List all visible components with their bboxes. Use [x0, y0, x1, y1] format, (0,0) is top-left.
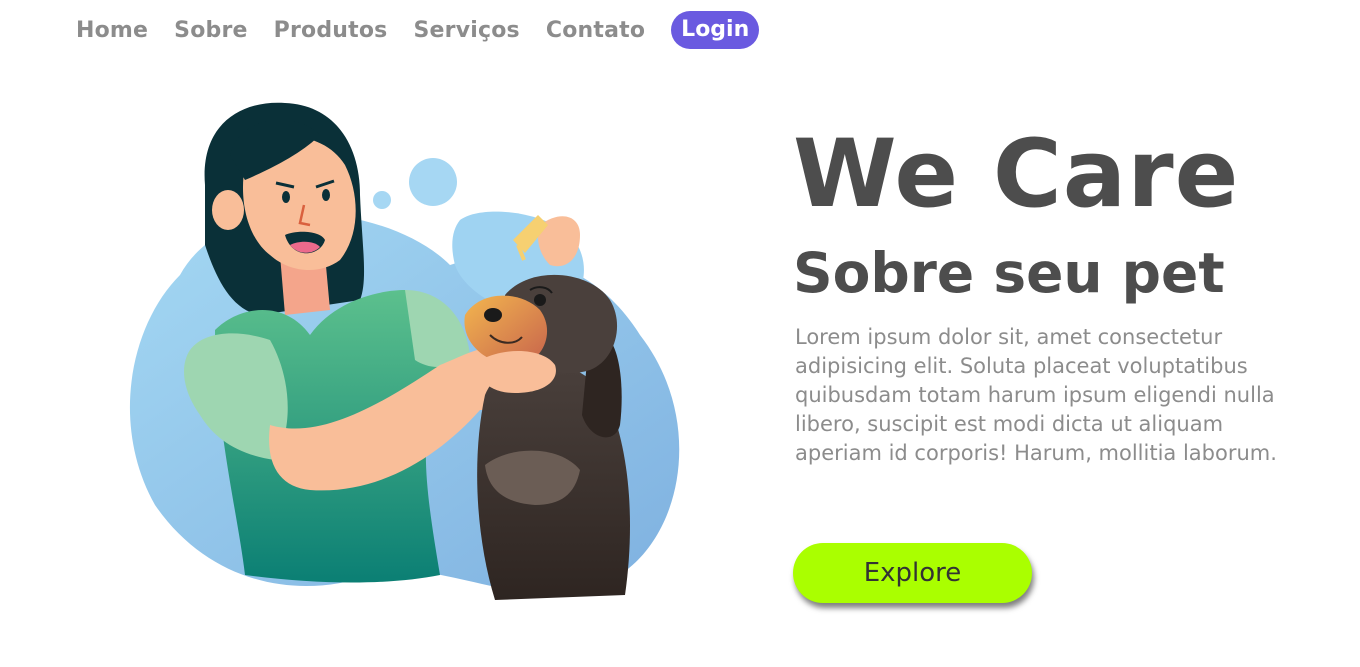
nav-contato-link[interactable]: Contato	[546, 18, 645, 43]
dog-figure	[464, 274, 630, 600]
main-nav: Home Sobre Produtos Serviços Contato Log…	[76, 10, 760, 50]
nav-servicos-link[interactable]: Serviços	[413, 18, 519, 43]
bubble-large	[409, 158, 457, 206]
bubble-small	[373, 191, 391, 209]
nav-home-link[interactable]: Home	[76, 18, 148, 43]
hero-title: We Care	[793, 120, 1240, 229]
vet-and-dog-illustration	[129, 102, 680, 600]
landing-page: Home Sobre Produtos Serviços Contato Log…	[0, 0, 1360, 667]
hero-section: We Care Sobre seu pet Lorem ipsum dolor …	[793, 125, 1293, 468]
nav-sobre-link[interactable]: Sobre	[174, 18, 247, 43]
explore-button[interactable]: Explore	[793, 543, 1032, 603]
login-button[interactable]: Login	[671, 11, 760, 49]
hero-subtitle: Sobre seu pet	[793, 241, 1225, 305]
hero-description: Lorem ipsum dolor sit, amet consectetur …	[795, 325, 1277, 465]
nav-produtos-link[interactable]: Produtos	[274, 18, 388, 43]
